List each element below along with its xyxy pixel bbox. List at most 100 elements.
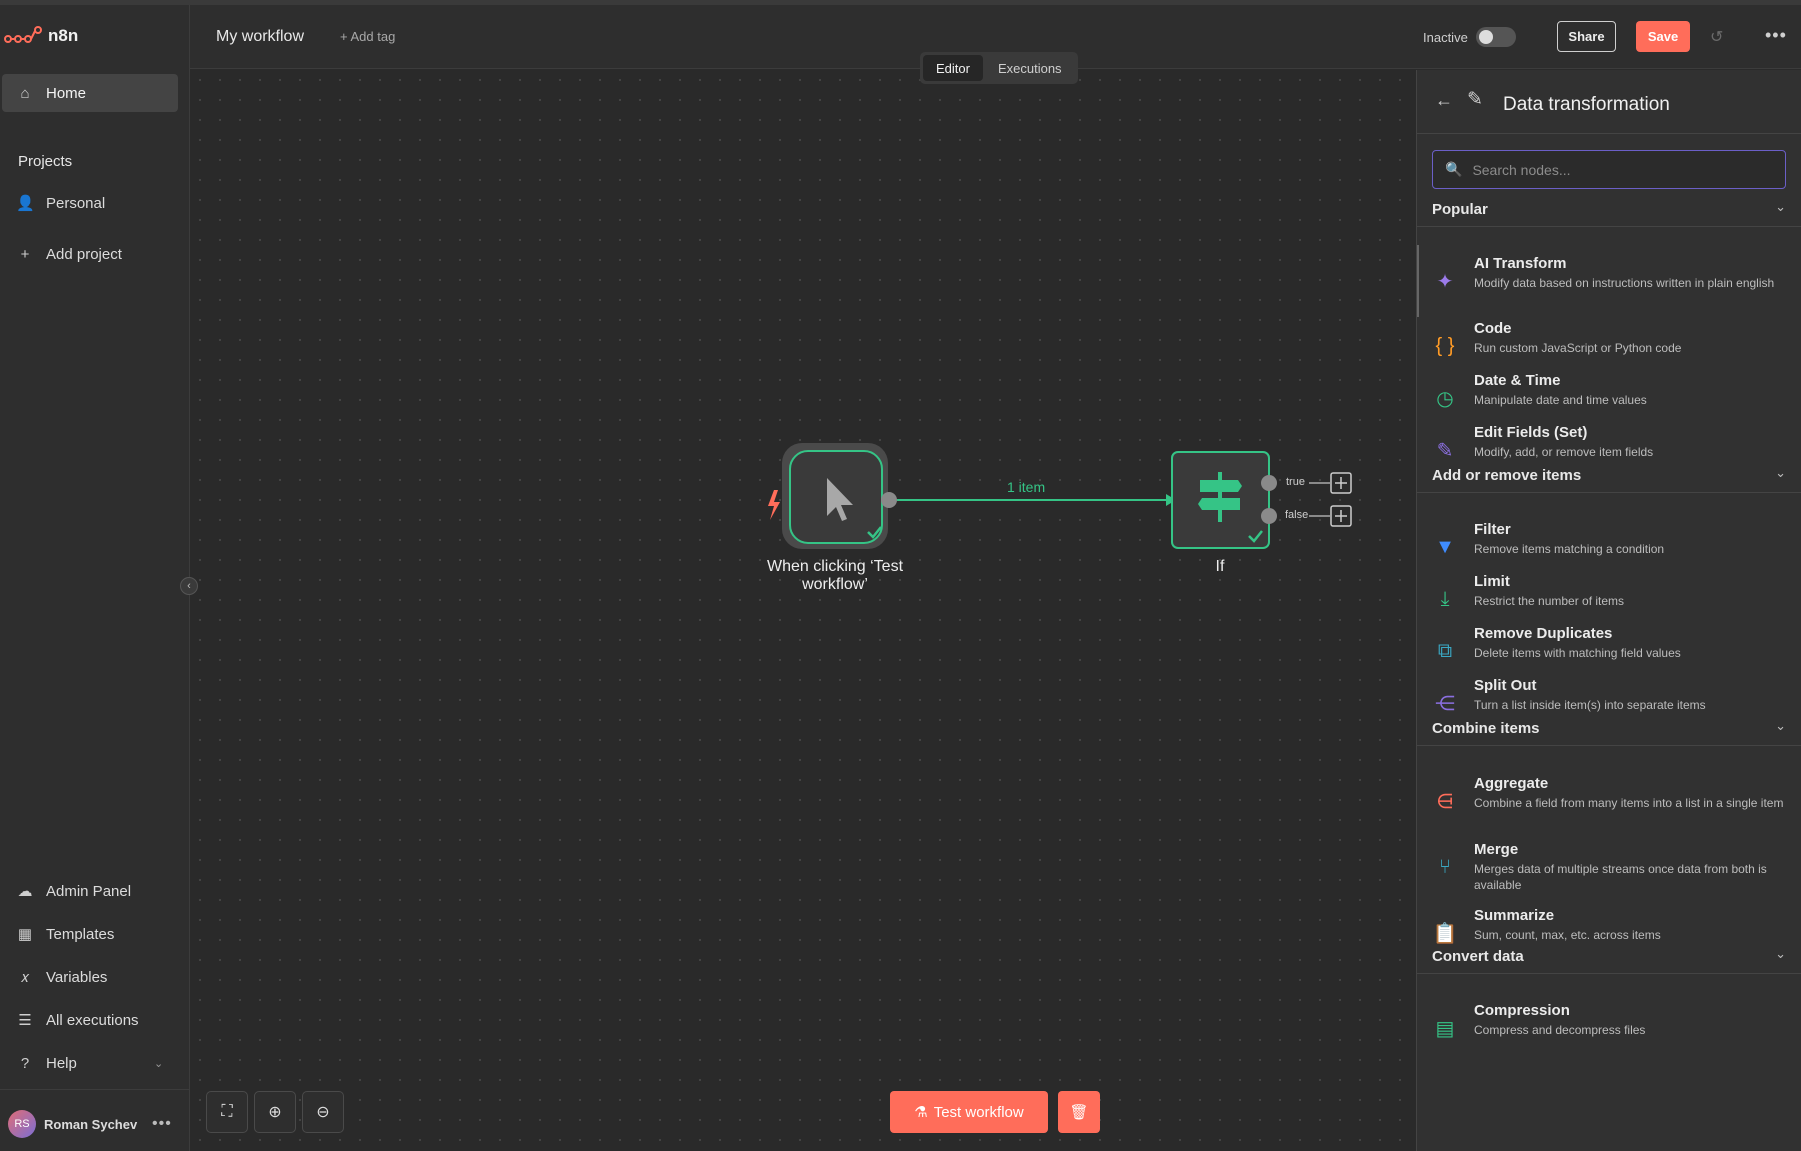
templates-icon: ▦: [17, 926, 33, 943]
sidebar-item-variables[interactable]: 𝑥 Variables: [2, 958, 178, 996]
test-workflow-button[interactable]: ⚗ Test workflow: [890, 1091, 1048, 1133]
workflow-name[interactable]: My workflow: [216, 28, 304, 46]
node-item[interactable]: ✦ AI Transform Modify data based on instru…: [1417, 245, 1801, 317]
chevron-down-icon: ⌄: [1775, 199, 1786, 214]
category-header[interactable]: Combine items ⌄: [1417, 710, 1801, 746]
zoom-in-button[interactable]: ⊕: [254, 1091, 296, 1133]
sidebar-item-label: Variables: [46, 968, 108, 986]
false-port-label: false: [1285, 509, 1309, 521]
node-item-description: Delete items with matching field values: [1474, 646, 1681, 660]
node-item[interactable]: ⤓ Limit Restrict the number of items: [1417, 571, 1801, 627]
delete-button[interactable]: 🗑: [1058, 1091, 1100, 1133]
node-item-description: Remove items matching a condition: [1474, 542, 1665, 556]
node-item[interactable]: ▤ Compression Compress and decompress file…: [1417, 1000, 1801, 1056]
variable-icon: 𝑥: [20, 968, 30, 986]
save-button[interactable]: Save: [1636, 21, 1690, 52]
node-item-name: Code: [1474, 320, 1512, 337]
user-name: Roman Sychev: [44, 1116, 138, 1132]
sidebar-item-all-executions[interactable]: ☰ All executions: [2, 1001, 178, 1039]
collapse-sidebar-button[interactable]: ‹: [180, 577, 198, 595]
sidebar-item-add-project[interactable]: + Add project: [2, 235, 178, 273]
category-title: Combine items: [1432, 720, 1540, 737]
sidebar-item-label: Personal: [46, 194, 106, 212]
node-item[interactable]: ⑂ Merge Merges data of multiple streams on…: [1417, 839, 1801, 895]
activation-toggle[interactable]: [1476, 27, 1516, 47]
add-tag-button[interactable]: + Add tag: [340, 29, 395, 44]
node-item-description: Compress and decompress files: [1474, 1023, 1646, 1037]
chevron-down-icon: ⌄: [1775, 718, 1786, 733]
category-header[interactable]: Popular ⌄: [1417, 191, 1801, 227]
tab-editor[interactable]: Editor: [923, 55, 983, 81]
sidebar-item-label: All executions: [46, 1011, 139, 1029]
category-title: Popular: [1432, 201, 1488, 218]
workflow-canvas[interactable]: When clicking ‘Test workflow’ If 1 item …: [190, 70, 1416, 1151]
clock-icon: ◷: [1436, 387, 1454, 410]
sidebar-item-home[interactable]: ⌂ Home: [2, 74, 178, 112]
more-options-icon[interactable]: •••: [152, 1115, 172, 1133]
panel-header: ← ✎ Data transformation: [1417, 70, 1801, 134]
home-icon: ⌂: [20, 84, 30, 102]
limit-icon: ⤓: [1440, 587, 1450, 610]
sidebar: n8n ⌂ Home Projects 👤 Personal + Add pro…: [0, 5, 190, 1151]
search-icon: 🔍: [1445, 161, 1463, 177]
plus-icon: +: [20, 245, 30, 263]
list-icon: ☰: [18, 1012, 32, 1029]
edge-item-count: 1 item: [1007, 479, 1046, 495]
node-item-name: Remove Duplicates: [1474, 625, 1613, 642]
node-item-name: Split Out: [1474, 677, 1537, 694]
canvas-graph: [768, 443, 1352, 549]
sidebar-item-label: Admin Panel: [46, 882, 132, 900]
user-menu[interactable]: RS Roman Sychev •••: [0, 1102, 190, 1146]
category-header[interactable]: Convert data ⌄: [1417, 938, 1801, 974]
history-icon[interactable]: ↺: [1710, 27, 1723, 47]
avatar: RS: [8, 1110, 36, 1138]
duplicates-icon: ⧉: [1437, 639, 1453, 662]
view-switcher: Editor Executions: [920, 52, 1078, 84]
node-creator-panel: ← ✎ Data transformation 🔍 Popular ⌄ ✦ AI Tr…: [1416, 70, 1801, 1151]
zoom-out-button[interactable]: ⊖: [302, 1091, 344, 1133]
node-item-name: Aggregate: [1474, 775, 1549, 792]
trigger-bolt-icon: [768, 490, 780, 520]
flask-icon: ⚗: [914, 1104, 928, 1121]
logo-text: n8n: [48, 26, 79, 45]
node-item-name: AI Transform: [1474, 255, 1567, 272]
node-item-description: Modify data based on instructions writte…: [1474, 276, 1775, 290]
trigger-node-label: When clicking ‘Test workflow’: [766, 558, 904, 593]
node-item-name: Date & Time: [1474, 372, 1561, 389]
category-header[interactable]: Add or remove items ⌄: [1417, 457, 1801, 493]
braces-icon: { }: [1435, 334, 1455, 357]
share-button[interactable]: Share: [1557, 21, 1616, 52]
node-item-name: Merge: [1474, 841, 1519, 858]
node-item[interactable]: ⋳ Aggregate Combine a field from many item…: [1417, 773, 1801, 829]
zoom-out-icon: ⊖: [316, 1104, 330, 1121]
filter-icon: ▼: [1435, 535, 1455, 558]
tab-executions[interactable]: Executions: [985, 55, 1075, 81]
back-arrow-icon[interactable]: ←: [1435, 90, 1453, 111]
test-workflow-label: Test workflow: [933, 1103, 1024, 1121]
node-item[interactable]: ◷ Date & Time Manipulate date and time val…: [1417, 370, 1801, 426]
more-menu-icon[interactable]: •••: [1765, 25, 1787, 46]
sidebar-item-templates[interactable]: ▦ Templates: [2, 915, 178, 953]
node-item[interactable]: ▼ Filter Remove items matching a condition: [1417, 519, 1801, 575]
sidebar-item-admin-panel[interactable]: ☁ Admin Panel: [2, 872, 178, 910]
chevron-down-icon: ⌄: [154, 1057, 164, 1070]
fit-view-button[interactable]: ⛶: [206, 1091, 248, 1133]
logo[interactable]: n8n: [4, 25, 78, 47]
sidebar-item-help[interactable]: ? Help ⌄: [2, 1044, 178, 1082]
node-item[interactable]: { } Code Run custom JavaScript or Python c…: [1417, 318, 1801, 374]
sidebar-divider: [0, 1089, 190, 1090]
sidebar-item-label: Add project: [46, 245, 122, 263]
sparkle-icon: ✦: [1436, 270, 1454, 293]
search-input[interactable]: [1472, 161, 1773, 178]
trash-icon: 🗑: [1069, 1104, 1089, 1121]
merge-icon: ⑂: [1439, 855, 1451, 878]
chevron-down-icon: ⌄: [1775, 946, 1786, 961]
question-icon: ?: [20, 1054, 30, 1072]
sidebar-item-personal[interactable]: 👤 Personal: [2, 184, 178, 222]
node-item-name: Filter: [1474, 521, 1511, 538]
node-item[interactable]: ⧉ Remove Duplicates Delete items with matc…: [1417, 623, 1801, 679]
node-item-name: Limit: [1474, 573, 1510, 590]
category-title: Convert data: [1432, 948, 1524, 965]
node-item-name: Compression: [1474, 1002, 1570, 1019]
projects-heading: Projects: [18, 153, 73, 170]
